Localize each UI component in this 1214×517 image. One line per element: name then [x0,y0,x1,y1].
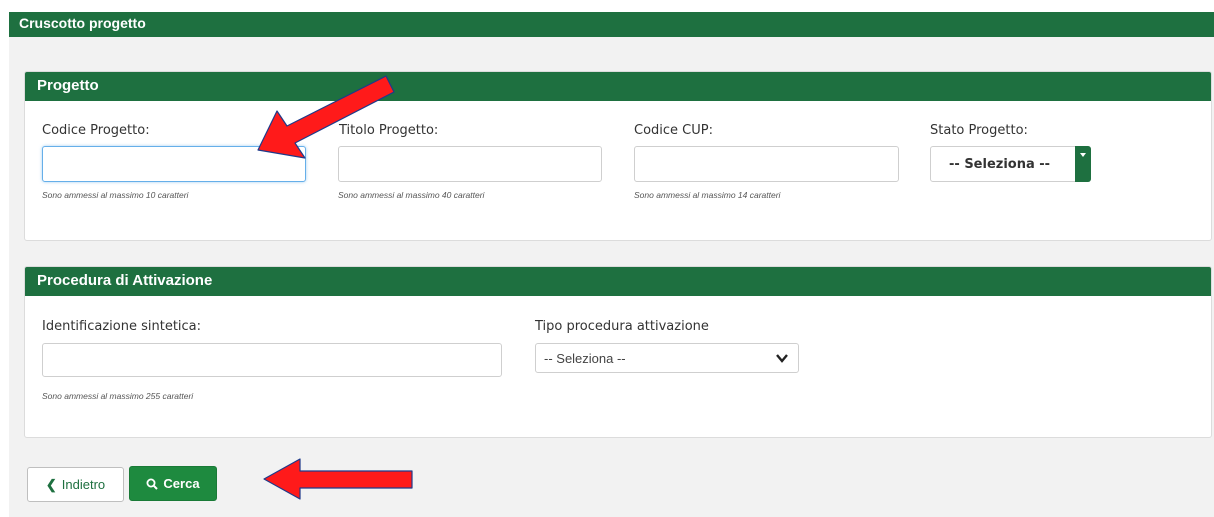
titolo-progetto-help: Sono ammessi al massimo 40 caratteri [338,190,485,200]
panel-title: Progetto [25,72,1211,101]
codice-progetto-label: Codice Progetto: [42,123,150,138]
back-button-label: Indietro [61,477,106,492]
codice-cup-label: Codice CUP: [634,123,713,138]
stato-progetto-label: Stato Progetto: [930,123,1028,138]
page-title-bar: Cruscotto progetto [9,12,1214,37]
procedura-panel: Procedura di Attivazione Identificazione… [24,266,1212,438]
content-area: Progetto Codice Progetto: Sono ammessi a… [9,37,1214,517]
tipo-procedura-selected: -- Seleziona -- [544,351,626,366]
page-title: Cruscotto progetto [19,15,146,31]
codice-progetto-help: Sono ammessi al massimo 10 caratteri [42,190,189,200]
codice-cup-help: Sono ammessi al massimo 14 caratteri [634,190,781,200]
tipo-procedura-label: Tipo procedura attivazione [535,319,709,334]
search-button-label: Cerca [163,476,200,491]
codice-cup-input[interactable] [634,146,899,182]
stato-progetto-select[interactable]: -- Seleziona -- [930,146,1091,182]
chevron-left-icon: ❮ [45,476,57,492]
chevron-down-icon [776,354,788,363]
tipo-procedura-select[interactable]: -- Seleziona -- [535,343,799,373]
stato-progetto-selected: -- Seleziona -- [949,157,1051,172]
search-button[interactable]: Cerca [129,466,217,501]
back-button[interactable]: ❮ Indietro [27,467,124,502]
titolo-progetto-input[interactable] [338,146,602,182]
identificazione-label: Identificazione sintetica: [42,319,202,334]
identificazione-help: Sono ammessi al massimo 255 caratteri [42,391,194,401]
caret-down-icon[interactable] [1075,146,1091,182]
identificazione-input[interactable] [42,343,502,377]
progetto-panel: Progetto Codice Progetto: Sono ammessi a… [24,71,1212,241]
titolo-progetto-label: Titolo Progetto: [339,123,439,138]
codice-progetto-input[interactable] [42,146,306,182]
panel-title: Procedura di Attivazione [25,267,1211,296]
search-icon [146,478,159,490]
